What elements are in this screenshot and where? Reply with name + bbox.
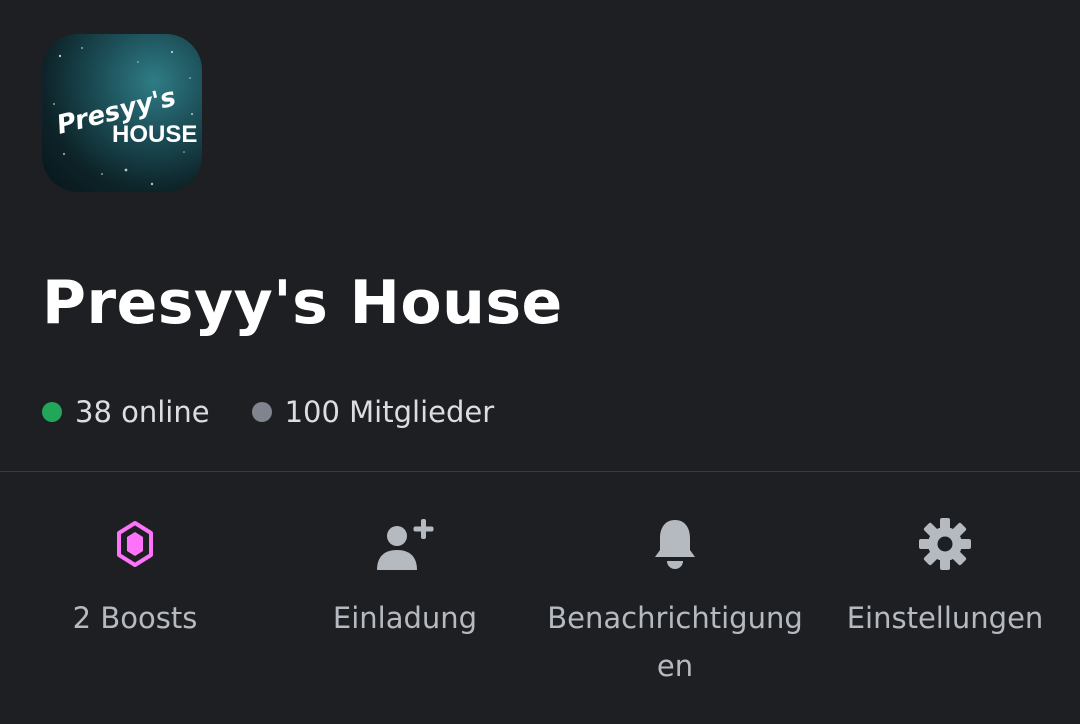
server-icon[interactable]: Presyy's HOUSE bbox=[42, 34, 202, 192]
settings-button[interactable]: Einstellungen bbox=[810, 512, 1080, 690]
online-status-icon bbox=[42, 402, 62, 422]
invite-button[interactable]: Einladung bbox=[270, 512, 540, 690]
server-icon-artwork: Presyy's HOUSE bbox=[53, 47, 197, 186]
online-count: 38 online bbox=[42, 395, 210, 429]
boosts-button[interactable]: 2 Boosts bbox=[0, 512, 270, 690]
gear-icon bbox=[913, 512, 977, 576]
member-count: 100 Mitglieder bbox=[251, 395, 495, 429]
invite-label: Einladung bbox=[332, 601, 478, 635]
boost-gem-icon bbox=[103, 512, 167, 576]
members-status-icon bbox=[251, 402, 272, 422]
server-name: Presyy's House bbox=[42, 268, 563, 338]
divider bbox=[0, 471, 1080, 472]
notifications-button[interactable]: Benachrichtigungen bbox=[540, 512, 810, 690]
server-header-panel: Presyy's HOUSE Presyy's House 38 online … bbox=[0, 0, 1080, 724]
server-stats: 38 online 100 Mitglieder bbox=[42, 390, 536, 434]
server-icon-text-bottom: HOUSE bbox=[112, 121, 197, 148]
member-count-label: 100 Mitglieder bbox=[284, 395, 495, 429]
online-count-label: 38 online bbox=[75, 395, 210, 429]
boosts-label: 2 Boosts bbox=[72, 601, 198, 635]
settings-label: Einstellungen bbox=[846, 601, 1044, 635]
server-actions: 2 Boosts Einladung Benachrichtigungen Ei… bbox=[0, 512, 1080, 690]
add-user-icon bbox=[373, 512, 437, 576]
bell-icon bbox=[643, 512, 707, 576]
notifications-label: Benachrichtigungen bbox=[547, 601, 803, 683]
